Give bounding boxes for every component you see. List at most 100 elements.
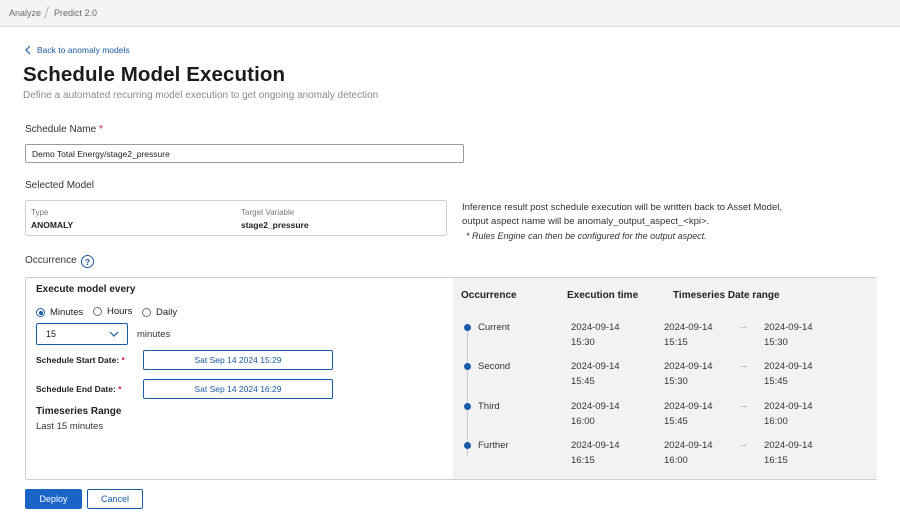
- target-variable-value: stage2_pressure: [241, 220, 309, 230]
- timeline-dot: [464, 442, 471, 449]
- exec-time: 15:30: [571, 337, 595, 348]
- occurrence-panel: Execute model every Minutes Hours Daily …: [25, 277, 877, 480]
- range-from-cell: 2024-09-14 15:45: [664, 399, 713, 429]
- from-date: 2024-09-14: [664, 401, 713, 412]
- inference-info-note: * Rules Engine can then be configured fo…: [466, 231, 707, 241]
- radio-daily[interactable]: Daily: [142, 307, 177, 318]
- model-type-value: ANOMALY: [31, 220, 74, 230]
- schedule-name-input[interactable]: Demo Total Energy/stage2_pressure: [25, 144, 464, 163]
- from-time: 15:30: [664, 376, 688, 387]
- header-execution-time: Execution time: [567, 290, 639, 301]
- from-date: 2024-09-14: [664, 440, 713, 451]
- page-subtitle: Define a automated recurring model execu…: [23, 90, 379, 101]
- radio-hours-label: Hours: [107, 306, 133, 317]
- deploy-button[interactable]: Deploy: [25, 489, 82, 509]
- radio-hours-dot: [93, 307, 102, 316]
- end-date-label-text: Schedule End Date:: [36, 384, 116, 394]
- from-date: 2024-09-14: [664, 361, 713, 372]
- exec-date: 2024-09-14: [571, 361, 620, 372]
- execution-time-cell: 2024-09-14 16:15: [571, 438, 620, 468]
- required-mark: *: [121, 355, 125, 365]
- execution-time-cell: 2024-09-14 16:00: [571, 399, 620, 429]
- from-time: 16:00: [664, 455, 688, 466]
- header-occurrence: Occurrence: [461, 290, 517, 301]
- to-date: 2024-09-14: [764, 440, 813, 451]
- exec-date: 2024-09-14: [571, 401, 620, 412]
- start-date-picker[interactable]: Sat Sep 14 2024 15:29: [143, 350, 333, 370]
- to-date: 2024-09-14: [764, 361, 813, 372]
- to-date: 2024-09-14: [764, 401, 813, 412]
- range-to-cell: 2024-09-14 16:15: [764, 438, 813, 468]
- exec-date: 2024-09-14: [571, 440, 620, 451]
- execute-title: Execute model every: [36, 284, 136, 295]
- radio-minutes-dot: [36, 308, 45, 317]
- occurrence-preview: Occurrence Execution time Timeseries Dat…: [453, 278, 877, 479]
- chevron-left-icon: [25, 45, 31, 55]
- radio-hours[interactable]: Hours: [93, 306, 132, 317]
- help-icon[interactable]: ?: [81, 255, 94, 268]
- range-from-cell: 2024-09-14 16:00: [664, 438, 713, 468]
- timeline-dot: [464, 363, 471, 370]
- execution-time-cell: 2024-09-14 15:30: [571, 320, 620, 350]
- exec-time: 16:15: [571, 455, 595, 466]
- interval-select-value: 15: [46, 329, 57, 339]
- back-link[interactable]: Back to anomaly models: [24, 45, 130, 55]
- model-type-key: Type: [31, 208, 49, 217]
- timeline-dot: [464, 324, 471, 331]
- exec-date: 2024-09-14: [571, 322, 620, 333]
- selected-model-label: Selected Model: [25, 180, 94, 191]
- selected-model-box: Type ANOMALY Target Variable stage2_pres…: [25, 200, 447, 236]
- start-date-label-text: Schedule Start Date:: [36, 355, 120, 365]
- exec-time: 15:45: [571, 376, 595, 387]
- from-time: 15:45: [664, 416, 688, 427]
- to-time: 15:45: [764, 376, 788, 387]
- timeseries-range-value: Last 15 minutes: [36, 421, 104, 432]
- required-mark: *: [98, 124, 103, 135]
- range-to-cell: 2024-09-14 15:30: [764, 320, 813, 350]
- radio-daily-dot: [142, 308, 151, 317]
- required-mark: *: [118, 384, 122, 394]
- back-link-label: Back to anomaly models: [37, 45, 130, 55]
- occurrence-name: Second: [478, 361, 511, 372]
- end-date-picker[interactable]: Sat Sep 14 2024 16:29: [143, 379, 333, 399]
- to-time: 15:30: [764, 337, 788, 348]
- to-time: 16:00: [764, 416, 788, 427]
- inference-info-line1: Inference result post schedule execution…: [462, 202, 783, 213]
- range-to-cell: 2024-09-14 15:45: [764, 359, 813, 389]
- occurrence-name: Current: [478, 322, 510, 333]
- radio-minutes-label: Minutes: [50, 307, 84, 318]
- interval-unit: minutes: [137, 329, 171, 340]
- inference-info-line2: output aspect name will be anomaly_outpu…: [462, 216, 710, 227]
- execution-time-cell: 2024-09-14 15:45: [571, 359, 620, 389]
- occurrence-name: Further: [478, 440, 509, 451]
- radio-minutes[interactable]: Minutes: [36, 307, 83, 318]
- range-from-cell: 2024-09-14 15:30: [664, 359, 713, 389]
- timeline-line: [467, 326, 468, 456]
- range-to-cell: 2024-09-14 16:00: [764, 399, 813, 429]
- radio-daily-label: Daily: [156, 307, 178, 318]
- from-date: 2024-09-14: [664, 322, 713, 333]
- interval-select[interactable]: 15: [36, 323, 128, 345]
- breadcrumb-predict[interactable]: Predict 2.0: [54, 8, 97, 18]
- arrow-right-icon: →: [738, 438, 749, 450]
- exec-time: 16:00: [571, 416, 595, 427]
- target-variable-key: Target Variable: [241, 208, 295, 217]
- to-time: 16:15: [764, 455, 788, 466]
- breadcrumb-separator: [44, 6, 49, 19]
- occurrence-name: Third: [478, 401, 500, 412]
- arrow-right-icon: →: [738, 399, 749, 411]
- from-time: 15:15: [664, 337, 688, 348]
- to-date: 2024-09-14: [764, 322, 813, 333]
- chevron-down-icon: [109, 331, 119, 337]
- timeline-dot: [464, 403, 471, 410]
- breadcrumb-analyze[interactable]: Analyze: [9, 8, 41, 18]
- schedule-name-label-text: Schedule Name: [25, 124, 97, 135]
- start-date-label: Schedule Start Date: *: [36, 355, 125, 365]
- arrow-right-icon: →: [738, 320, 749, 332]
- schedule-name-label: Schedule Name *: [25, 124, 103, 135]
- cancel-button[interactable]: Cancel: [87, 489, 143, 509]
- occurrence-label: Occurrence: [25, 255, 77, 266]
- timeseries-range-title: Timeseries Range: [36, 406, 122, 417]
- arrow-right-icon: →: [738, 359, 749, 371]
- header-date-range: Timeseries Date range: [673, 290, 780, 301]
